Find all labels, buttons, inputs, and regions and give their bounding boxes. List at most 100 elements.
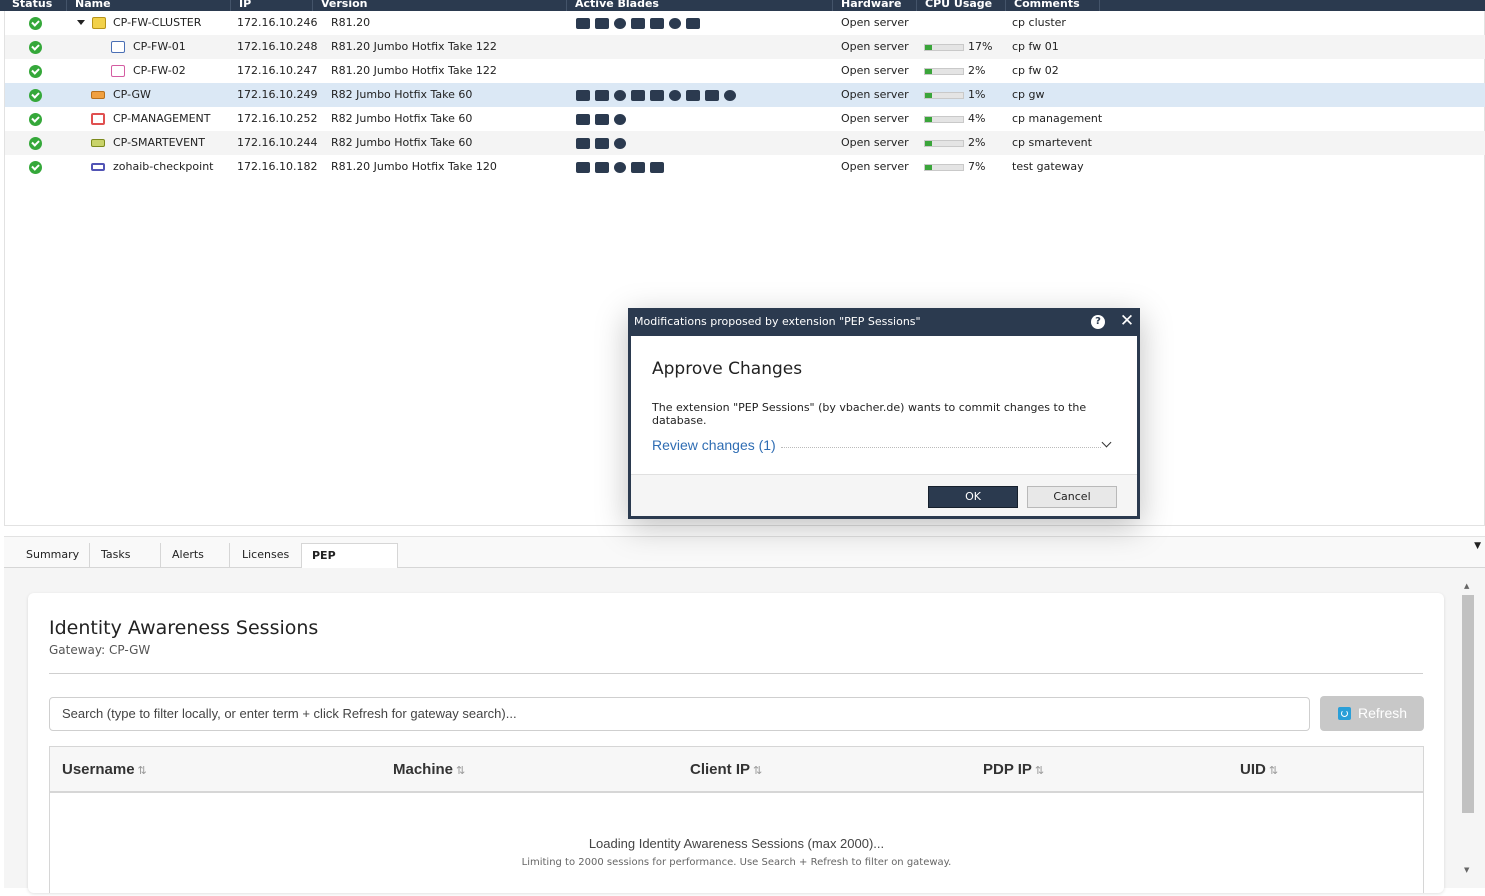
loading-hint: Limiting to 2000 sessions for performanc… xyxy=(521,857,952,868)
active-blades xyxy=(576,90,736,101)
help-icon[interactable]: ? xyxy=(1091,315,1105,329)
cell-version: R82 Jumbo Hotfix Take 60 xyxy=(331,136,473,149)
cell-cpu: 17% xyxy=(968,40,993,53)
col-active-blades[interactable]: Active Blades xyxy=(567,0,833,11)
collapse-panel-icon[interactable]: ▼ xyxy=(1474,541,1481,551)
cpu-usage-bar xyxy=(924,44,964,51)
sort-icon: ⇅ xyxy=(137,765,147,777)
management-server-icon xyxy=(91,113,105,125)
cell-hardware: Open server xyxy=(841,88,909,101)
table-row[interactable]: CP-FW-01 172.16.10.248 R81.20 Jumbo Hotfix… xyxy=(5,35,1485,59)
active-blades xyxy=(576,114,626,125)
blade-icon xyxy=(669,18,681,29)
blade-icon xyxy=(576,162,590,173)
blade-icon xyxy=(650,162,664,173)
close-icon[interactable]: ✕ xyxy=(1118,310,1136,332)
tab-tasks[interactable]: Tasks xyxy=(91,543,161,569)
col-name[interactable]: Name xyxy=(67,0,231,11)
th-username[interactable]: Username ⇅ xyxy=(62,747,147,793)
col-status[interactable]: Status xyxy=(4,0,67,11)
table-row[interactable]: CP-SMARTEVENT 172.16.10.244 R82 Jumbo Hotf… xyxy=(5,131,1485,155)
cell-hardware: Open server xyxy=(841,64,909,77)
cpu-usage-bar xyxy=(924,68,964,75)
divider xyxy=(781,447,1101,448)
dialog-message: The extension "PEP Sessions" (by vbacher… xyxy=(652,401,1087,427)
tab-pep-sessions[interactable]: PEP Sessions xyxy=(301,543,398,586)
table-row[interactable]: zohaib-checkpoint 172.16.10.182 R81.20 Jum… xyxy=(5,155,1485,179)
th-client-ip[interactable]: Client IP ⇅ xyxy=(690,747,762,793)
cell-hardware: Open server xyxy=(841,112,909,125)
cell-ip: 172.16.10.182 xyxy=(237,160,318,173)
dialog-body: Approve Changes The extension "PEP Sessi… xyxy=(631,336,1137,516)
sessions-table: Username ⇅ Machine ⇅ Client IP ⇅ PDP IP ⇅ UI… xyxy=(49,746,1424,893)
chevron-down-icon[interactable] xyxy=(1101,437,1112,448)
cell-ip: 172.16.10.249 xyxy=(237,88,318,101)
gateway-label: Gateway: CP-GW xyxy=(49,643,151,657)
scrollbar-thumb[interactable] xyxy=(1462,595,1474,813)
th-machine[interactable]: Machine ⇅ xyxy=(393,747,465,793)
blade-icon xyxy=(614,162,626,173)
blade-icon xyxy=(631,18,645,29)
blade-icon xyxy=(595,90,609,101)
smartconsole-app: Status Name IP Version Active Blades Har… xyxy=(0,0,1485,896)
scroll-down-icon[interactable]: ▼ xyxy=(1464,866,1469,874)
table-row[interactable]: CP-FW-02 172.16.10.247 R81.20 Jumbo Hotfix… xyxy=(5,59,1485,83)
tab-licenses[interactable]: Licenses xyxy=(232,543,302,569)
sessions-card: Identity Awareness Sessions Gateway: CP-… xyxy=(28,593,1444,893)
blade-icon xyxy=(614,90,626,101)
ok-button[interactable]: OK xyxy=(928,486,1018,508)
sort-icon: ⇅ xyxy=(1268,765,1279,777)
blade-icon xyxy=(576,18,590,29)
gateway-icon xyxy=(91,163,105,171)
expand-toggle-icon[interactable] xyxy=(77,20,85,25)
dialog-heading: Approve Changes xyxy=(652,359,803,379)
tab-summary[interactable]: Summary xyxy=(16,543,90,569)
smartevent-icon xyxy=(91,139,105,147)
cell-version: R81.20 Jumbo Hotfix Take 122 xyxy=(331,64,497,77)
cell-ip: 172.16.10.252 xyxy=(237,112,318,125)
cancel-button[interactable]: Cancel xyxy=(1027,486,1117,508)
cell-comment: cp fw 01 xyxy=(1012,40,1059,53)
col-cpu-usage[interactable]: CPU Usage xyxy=(917,0,1006,11)
cpu-usage-bar xyxy=(924,92,964,99)
status-ok-icon xyxy=(29,41,42,54)
col-ip[interactable]: IP xyxy=(231,0,313,11)
search-input[interactable]: Search (type to filter locally, or enter… xyxy=(49,697,1310,731)
cell-name: CP-MANAGEMENT xyxy=(113,112,211,125)
active-blades xyxy=(576,162,664,173)
cell-hardware: Open server xyxy=(841,40,909,53)
table-row[interactable]: CP-MANAGEMENT 172.16.10.252 R82 Jumbo Hotf… xyxy=(5,107,1485,131)
panel-scrollbar[interactable]: ▲ ▼ xyxy=(1460,580,1475,880)
status-ok-icon xyxy=(29,17,42,30)
col-hardware[interactable]: Hardware xyxy=(833,0,917,11)
status-ok-icon xyxy=(29,65,42,78)
sort-icon: ⇅ xyxy=(456,765,466,777)
table-row[interactable]: CP-GW 172.16.10.249 R82 Jumbo Hotfix Take … xyxy=(5,83,1485,107)
refresh-icon xyxy=(1338,707,1351,720)
refresh-button[interactable]: Refresh xyxy=(1320,696,1424,731)
cell-hardware: Open server xyxy=(841,16,909,29)
cluster-member-icon xyxy=(111,41,125,53)
cell-hardware: Open server xyxy=(841,136,909,149)
th-pdp-ip[interactable]: PDP IP ⇅ xyxy=(983,747,1044,793)
cell-comment: cp gw xyxy=(1012,88,1045,101)
cell-comment: cp fw 02 xyxy=(1012,64,1059,77)
cell-comment: test gateway xyxy=(1012,160,1084,173)
col-comments[interactable]: Comments xyxy=(1006,0,1100,11)
sort-icon: ⇅ xyxy=(1034,765,1045,777)
blade-icon xyxy=(631,90,645,101)
col-version[interactable]: Version xyxy=(313,0,567,11)
cell-ip: 172.16.10.244 xyxy=(237,136,318,149)
table-row[interactable]: CP-FW-CLUSTER 172.16.10.246 R81.20 Open ser… xyxy=(5,11,1485,35)
cell-name: CP-FW-01 xyxy=(133,40,186,53)
tab-alerts[interactable]: Alerts xyxy=(162,543,230,569)
sort-icon: ⇅ xyxy=(753,765,763,777)
blade-icon xyxy=(686,90,700,101)
scroll-up-icon[interactable]: ▲ xyxy=(1464,582,1469,590)
gateway-icon xyxy=(91,91,105,99)
th-uid[interactable]: UID ⇅ xyxy=(1240,747,1278,793)
cell-ip: 172.16.10.246 xyxy=(237,16,318,29)
review-changes-link[interactable]: Review changes (1) xyxy=(652,437,776,453)
gateways-grid-header: Status Name IP Version Active Blades Har… xyxy=(0,0,1485,11)
blade-icon xyxy=(595,138,609,149)
